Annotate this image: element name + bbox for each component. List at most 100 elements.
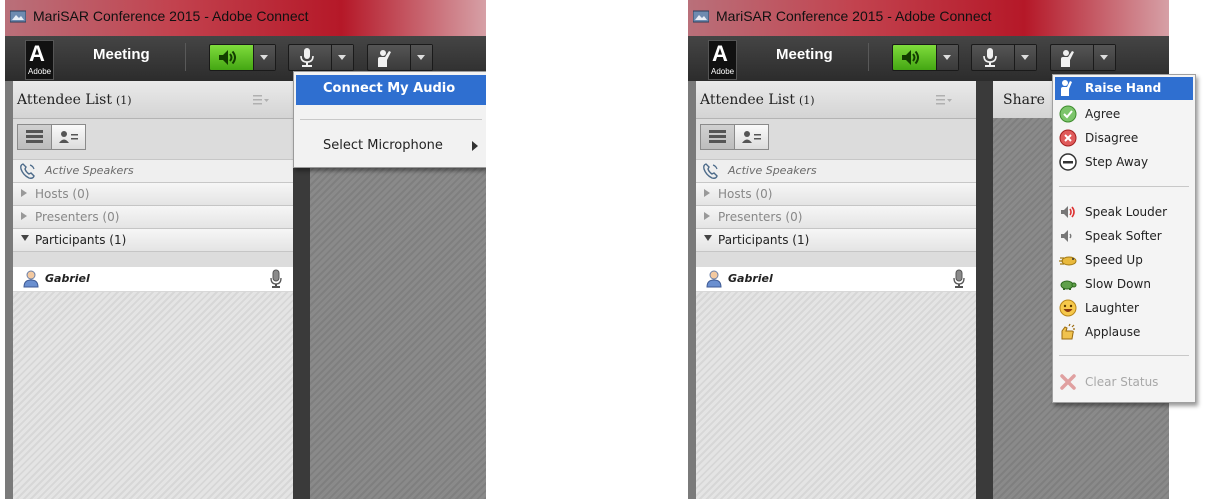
raise-hand-icon — [1061, 80, 1072, 96]
participant-name: Gabriel — [45, 272, 90, 285]
list-view-button[interactable] — [700, 124, 735, 150]
adobe-logo-label: Adobe — [711, 67, 735, 76]
status-button[interactable] — [367, 44, 433, 71]
chevron-right-icon — [704, 212, 710, 220]
attendee-panel-title: Attendee List (1) — [17, 92, 132, 108]
menu-item-clear-status: Clear Status — [1055, 371, 1193, 394]
attendee-panel-header: Attendee List (1) — [13, 81, 293, 119]
role-view-button[interactable] — [734, 124, 769, 150]
menu-item-label: Laughter — [1085, 301, 1139, 315]
presenters-section-label: Presenters (0) — [718, 210, 803, 224]
chevron-down-icon — [1021, 55, 1029, 60]
pod-menu-icon[interactable] — [253, 93, 269, 107]
menu-item-select-microphone[interactable]: Select Microphone — [323, 138, 443, 153]
microphone-dropdown[interactable] — [331, 45, 353, 70]
panel-divider[interactable] — [976, 81, 993, 499]
step-away-icon — [1059, 153, 1077, 171]
presenters-section-label: Presenters (0) — [35, 210, 120, 224]
active-speakers-row: Active Speakers — [13, 159, 293, 183]
menu-item-label: Slow Down — [1085, 277, 1151, 291]
status-button[interactable] — [1050, 44, 1116, 71]
title-bar: MariSAR Conference 2015 - Adobe Connect — [5, 0, 486, 36]
speak-softer-icon — [1061, 230, 1072, 242]
menu-item-agree[interactable]: Agree — [1055, 103, 1193, 126]
microphone-button[interactable] — [288, 44, 354, 71]
hosts-section-label: Hosts (0) — [718, 187, 773, 201]
list-view-button[interactable] — [17, 124, 52, 150]
presenters-section[interactable]: Presenters (0) — [13, 206, 293, 229]
app-icon — [693, 10, 709, 23]
phone-icon — [703, 163, 718, 179]
raise-hand-icon — [378, 50, 391, 67]
role-view-button[interactable] — [51, 124, 86, 150]
participant-name: Gabriel — [728, 272, 773, 285]
menu-item-label: Speed Up — [1085, 253, 1143, 267]
laughter-icon — [1059, 299, 1077, 317]
hosts-section-label: Hosts (0) — [35, 187, 90, 201]
speaker-dropdown[interactable] — [253, 45, 275, 70]
attendee-panel: Attendee List (1) Active Speakers Hosts (… — [696, 81, 976, 499]
microphone-menu: Connect My Audio Select Microphone — [293, 71, 486, 168]
menu-item-applause[interactable]: Applause — [1055, 321, 1193, 344]
menu-item-laughter[interactable]: Laughter — [1055, 297, 1193, 320]
participant-row[interactable]: Gabriel — [13, 267, 293, 292]
menu-item-slow-down[interactable]: Slow Down — [1055, 273, 1193, 296]
list-view-icon — [26, 130, 43, 143]
toolbar-separator — [868, 43, 869, 71]
participants-section-label: Participants (1) — [35, 233, 127, 247]
speaker-dropdown[interactable] — [936, 45, 958, 70]
disagree-icon — [1059, 129, 1077, 147]
list-view-icon — [709, 130, 726, 143]
menu-item-label: Step Away — [1085, 155, 1149, 169]
speaker-button[interactable] — [209, 44, 276, 71]
phone-icon — [20, 163, 35, 179]
slow-down-icon — [1060, 280, 1077, 290]
menu-item-raise-hand[interactable]: Raise Hand — [1055, 77, 1193, 100]
window-title: MariSAR Conference 2015 - Adobe Connect — [33, 8, 309, 24]
chevron-right-icon — [704, 189, 710, 197]
pod-menu-icon[interactable] — [936, 93, 952, 107]
adobe-logo-label: Adobe — [28, 67, 52, 76]
chevron-right-icon — [472, 141, 478, 151]
presenters-section[interactable]: Presenters (0) — [696, 206, 976, 229]
chevron-down-icon — [338, 55, 346, 60]
participant-row[interactable]: Gabriel — [696, 267, 976, 292]
hosts-section[interactable]: Hosts (0) — [13, 183, 293, 206]
menu-item-speak-softer[interactable]: Speak Softer — [1055, 225, 1193, 248]
menu-item-speak-louder[interactable]: Speak Louder — [1055, 201, 1193, 224]
menu-item-disagree[interactable]: Disagree — [1055, 127, 1193, 150]
title-bar: MariSAR Conference 2015 - Adobe Connect — [688, 0, 1169, 36]
microphone-dropdown[interactable] — [1014, 45, 1036, 70]
participants-section[interactable]: Participants (1) — [13, 229, 293, 252]
active-speakers-label: Active Speakers — [45, 164, 134, 177]
menu-item-label: Disagree — [1085, 131, 1139, 145]
speaker-icon — [219, 50, 236, 65]
clear-status-icon — [1060, 374, 1076, 390]
menu-item-label: Connect My Audio — [323, 81, 456, 96]
menu-item-label: Speak Louder — [1085, 205, 1168, 219]
menu-item-step-away[interactable]: Step Away — [1055, 151, 1193, 174]
microphone-button[interactable] — [971, 44, 1037, 71]
user-icon — [706, 270, 722, 288]
attendee-panel-header: Attendee List (1) — [696, 81, 976, 119]
status-dropdown[interactable] — [1093, 45, 1115, 70]
participants-section-label: Participants (1) — [718, 233, 810, 247]
meeting-menu[interactable]: Meeting — [93, 46, 150, 63]
participants-section[interactable]: Participants (1) — [696, 229, 976, 252]
menu-item-label: Applause — [1085, 325, 1141, 339]
menu-separator — [300, 119, 482, 120]
menu-item-speed-up[interactable]: Speed Up — [1055, 249, 1193, 272]
meeting-menu[interactable]: Meeting — [776, 46, 833, 63]
adobe-logo: A Adobe — [25, 40, 54, 80]
microphone-icon — [983, 48, 997, 67]
menu-item-connect-my-audio[interactable]: Connect My Audio — [296, 75, 486, 105]
menu-item-label: Clear Status — [1085, 375, 1159, 389]
hosts-section[interactable]: Hosts (0) — [696, 183, 976, 206]
speaker-button[interactable] — [892, 44, 959, 71]
chevron-down-icon — [1100, 55, 1108, 60]
microphone-icon — [270, 269, 282, 288]
meeting-window-left: MariSAR Conference 2015 - Adobe Connect … — [5, 0, 486, 499]
status-menu: Raise Hand Agree Disagree Step Away Spea… — [1052, 74, 1196, 403]
status-dropdown[interactable] — [410, 45, 432, 70]
menu-separator — [1059, 355, 1189, 356]
